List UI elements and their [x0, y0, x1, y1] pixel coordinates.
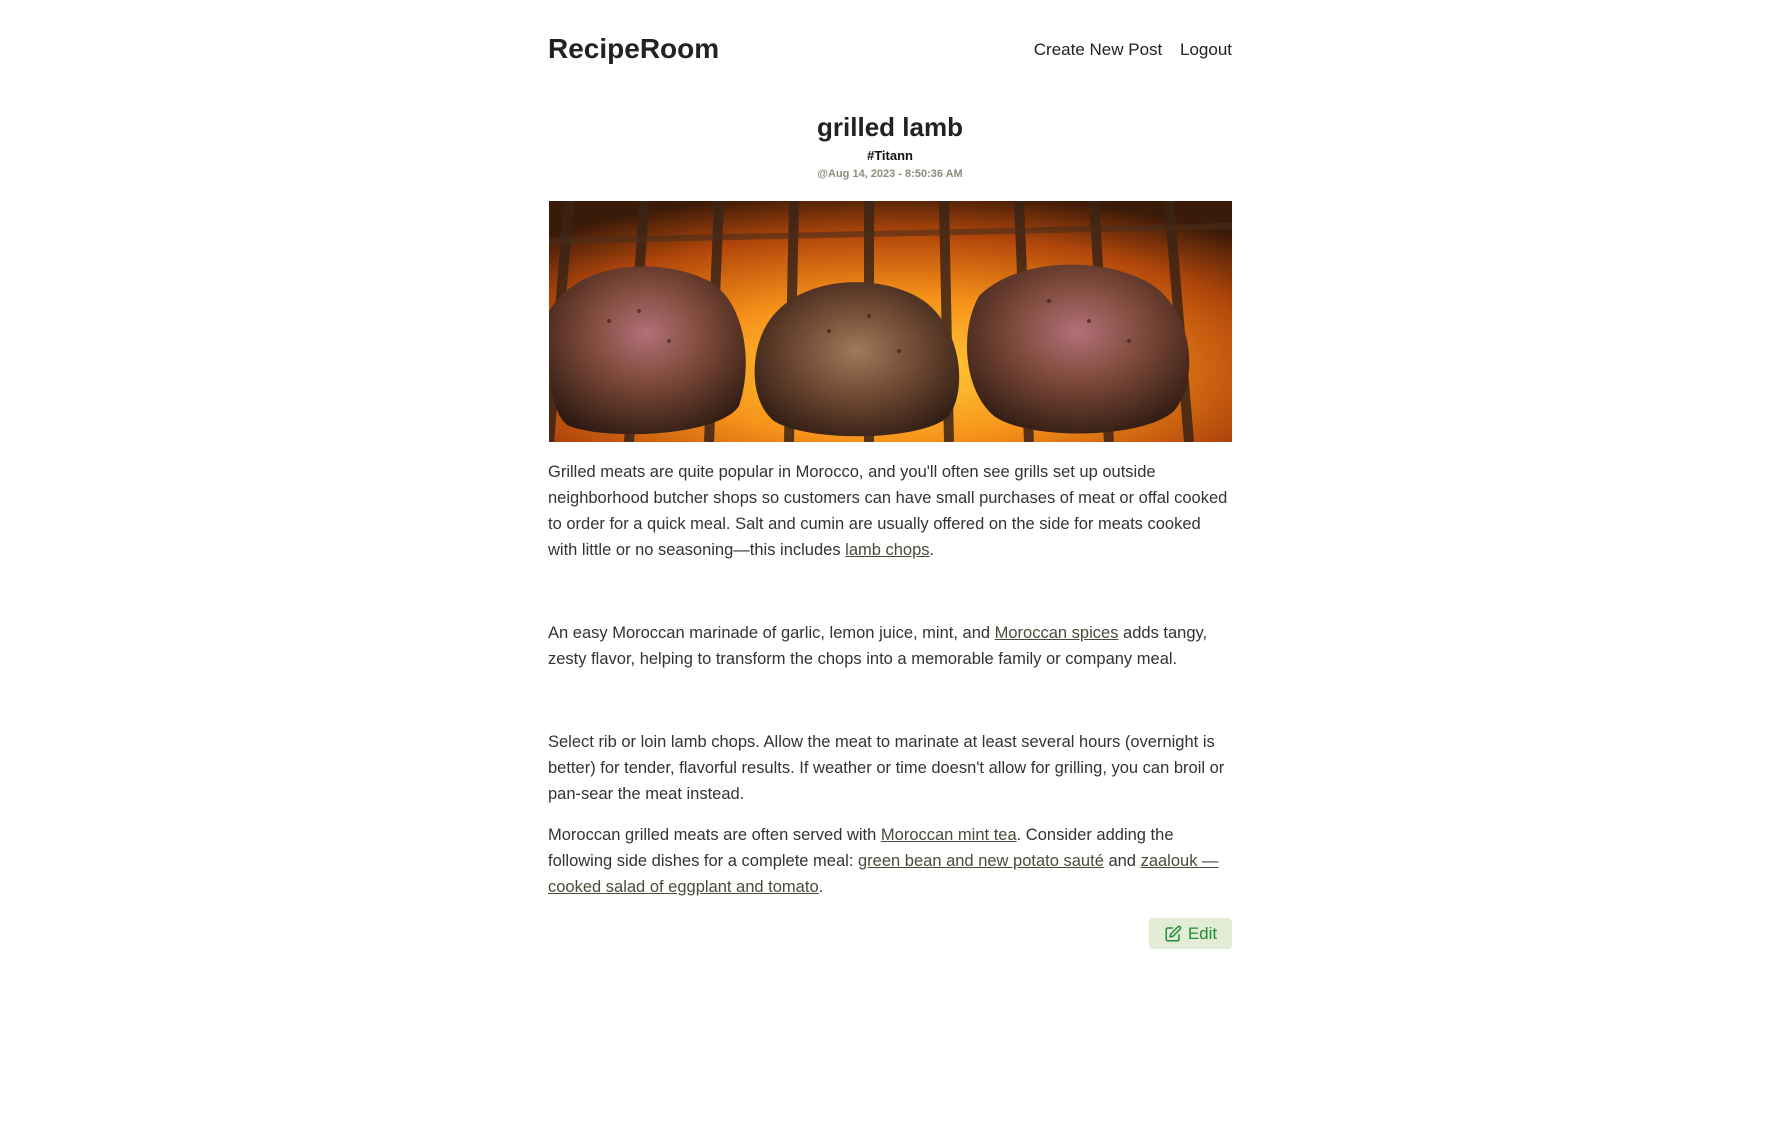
moroccan-mint-tea-link[interactable]: Moroccan mint tea: [881, 826, 1017, 844]
page-container: RecipeRoom Create New Post Logout grille…: [548, 0, 1232, 949]
logout-link[interactable]: Logout: [1180, 40, 1232, 59]
post-author: #Titann: [867, 148, 913, 163]
paragraph-text: .: [929, 541, 935, 559]
create-post-link[interactable]: Create New Post: [1034, 40, 1163, 59]
post-title: grilled lamb: [817, 112, 963, 142]
pencil-square-icon: [1164, 925, 1182, 943]
green-bean-link[interactable]: green bean and new potato sauté: [858, 852, 1104, 870]
paragraph-text: An easy Moroccan marinade of garlic, lem…: [548, 624, 995, 642]
post-date: @Aug 14, 2023 - 8:50:36 AM: [817, 168, 963, 180]
edit-button-label: Edit: [1187, 923, 1218, 943]
post-paragraph-2: An easy Moroccan marinade of garlic, lem…: [548, 620, 1232, 672]
edit-button[interactable]: Edit: [1149, 918, 1232, 949]
site-header: RecipeRoom Create New Post Logout: [548, 0, 1232, 100]
post-paragraph-4: Moroccan grilled meats are often served …: [548, 822, 1232, 900]
moroccan-spices-link[interactable]: Moroccan spices: [995, 624, 1119, 642]
paragraph-text: .: [818, 878, 824, 896]
site-brand[interactable]: RecipeRoom: [548, 33, 719, 65]
paragraph-text: Select rib or loin lamb chops. Allow the…: [548, 733, 1225, 803]
main-nav: Create New Post Logout: [1021, 40, 1232, 60]
lamb-chops-link[interactable]: lamb chops: [845, 541, 929, 559]
post-paragraph-3: Select rib or loin lamb chops. Allow the…: [548, 729, 1232, 807]
paragraph-text: Moroccan grilled meats are often served …: [548, 826, 881, 844]
paragraph-text: and: [1103, 852, 1141, 870]
post-paragraph-1: Grilled meats are quite popular in Moroc…: [548, 459, 1232, 563]
post-image: [549, 201, 1232, 442]
post-image-graphic: [549, 201, 1232, 442]
